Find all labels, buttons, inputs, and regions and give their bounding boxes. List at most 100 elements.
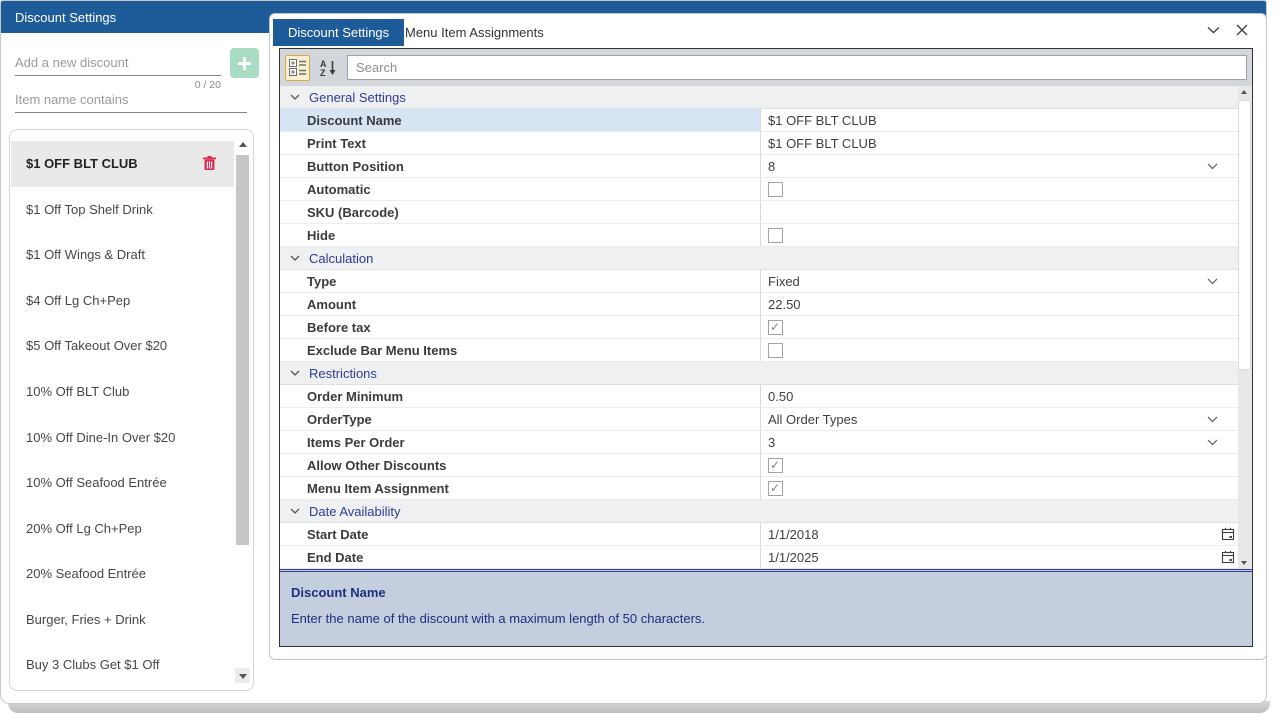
property-row-before-tax[interactable]: Before tax [280, 316, 1238, 339]
category-date-availability[interactable]: Date Availability [280, 500, 1238, 523]
collapse-chevron-icon[interactable] [290, 508, 300, 514]
checkbox-checked[interactable] [768, 481, 783, 496]
property-row-items-per-order[interactable]: Items Per Order 3 [280, 431, 1238, 454]
list-item[interactable]: 10% Off Dine-In Over $20 [11, 414, 234, 460]
dropdown-chevron-icon[interactable] [1207, 278, 1218, 285]
property-label[interactable]: Hide [280, 224, 760, 246]
dropdown-chevron-icon[interactable] [1207, 163, 1218, 170]
property-value-checkbox[interactable] [760, 454, 1238, 476]
delete-discount-icon[interactable] [203, 156, 216, 171]
property-value-input[interactable]: $1 OFF BLT CLUB [760, 109, 1238, 131]
property-row-type[interactable]: Type Fixed [280, 270, 1238, 293]
property-row-exclude-bar[interactable]: Exclude Bar Menu Items [280, 339, 1238, 362]
collapse-panel-button[interactable] [1207, 26, 1220, 34]
scroll-up-icon[interactable] [1241, 90, 1247, 94]
alphabetical-sort-button[interactable]: A Z [316, 55, 341, 81]
property-row-button-position[interactable]: Button Position 8 [280, 155, 1238, 178]
calendar-icon[interactable] [1221, 527, 1235, 541]
property-row-automatic[interactable]: Automatic [280, 178, 1238, 201]
property-row-sku[interactable]: SKU (Barcode) [280, 201, 1238, 224]
property-row-end-date[interactable]: End Date 1/1/2025 [280, 546, 1238, 569]
close-panel-button[interactable] [1236, 24, 1248, 36]
list-scrollbar[interactable] [235, 137, 250, 683]
list-item-selected[interactable]: $1 OFF BLT CLUB [11, 141, 234, 187]
list-item[interactable]: 10% Off BLT Club [11, 369, 234, 415]
collapse-chevron-icon[interactable] [290, 370, 300, 376]
categorized-view-button[interactable] [285, 55, 310, 81]
list-item[interactable]: $4 Off Lg Ch+Pep [11, 278, 234, 324]
property-row-start-date[interactable]: Start Date 1/1/2018 [280, 523, 1238, 546]
list-item[interactable]: Buy 3 Clubs Get $1 Off [11, 642, 234, 688]
property-row-hide[interactable]: Hide [280, 224, 1238, 247]
scroll-down-icon[interactable] [1241, 561, 1247, 565]
property-value-date[interactable]: 1/1/2018 [760, 523, 1238, 545]
scroll-down-button[interactable] [235, 668, 250, 683]
collapse-chevron-icon[interactable] [290, 94, 300, 100]
category-calculation[interactable]: Calculation [280, 247, 1238, 270]
property-value-date[interactable]: 1/1/2025 [760, 546, 1238, 568]
property-value-checkbox[interactable] [760, 178, 1238, 200]
list-item[interactable]: Burger, Fries + Drink [11, 596, 234, 642]
property-row-allow-other-discounts[interactable]: Allow Other Discounts [280, 454, 1238, 477]
property-label[interactable]: Print Text [280, 132, 760, 154]
dropdown-chevron-icon[interactable] [1207, 416, 1218, 423]
property-label[interactable]: Type [280, 270, 760, 292]
collapse-chevron-icon[interactable] [290, 255, 300, 261]
search-input[interactable] [347, 55, 1247, 80]
property-row-print-text[interactable]: Print Text $1 OFF BLT CLUB [280, 132, 1238, 155]
property-row-amount[interactable]: Amount 22.50 [280, 293, 1238, 316]
property-row-menu-item-assignment[interactable]: Menu Item Assignment [280, 477, 1238, 500]
property-value-checkbox[interactable] [760, 477, 1238, 499]
property-label[interactable]: Exclude Bar Menu Items [280, 339, 760, 361]
property-label[interactable]: End Date [280, 546, 760, 568]
checkbox-checked[interactable] [768, 320, 783, 335]
property-value-input[interactable]: 22.50 [760, 293, 1238, 315]
add-discount-input[interactable] [15, 49, 221, 76]
property-value-input[interactable] [760, 201, 1238, 223]
property-label[interactable]: Items Per Order [280, 431, 760, 453]
list-item[interactable]: $1 Off Top Shelf Drink [11, 187, 234, 233]
property-label[interactable]: Order Minimum [280, 385, 760, 407]
property-label[interactable]: Start Date [280, 523, 760, 545]
list-item[interactable]: 10% Off Seafood Entrée [11, 460, 234, 506]
property-value-checkbox[interactable] [760, 316, 1238, 338]
add-discount-button[interactable] [230, 48, 259, 78]
property-label[interactable]: Allow Other Discounts [280, 454, 760, 476]
scroll-thumb[interactable] [236, 155, 249, 545]
property-value-dropdown[interactable]: 3 [760, 431, 1238, 453]
scroll-up-icon[interactable] [239, 142, 247, 147]
checkbox-checked[interactable] [768, 458, 783, 473]
property-label[interactable]: Amount [280, 293, 760, 315]
tab-menu-item-assignments[interactable]: Menu Item Assignments [391, 19, 558, 46]
calendar-icon[interactable] [1221, 550, 1235, 564]
property-label[interactable]: OrderType [280, 408, 760, 430]
scroll-thumb[interactable] [1238, 100, 1251, 370]
property-label[interactable]: Discount Name [280, 109, 760, 131]
property-value-dropdown[interactable]: All Order Types [760, 408, 1238, 430]
checkbox-unchecked[interactable] [768, 182, 783, 197]
category-restrictions[interactable]: Restrictions [280, 362, 1238, 385]
property-value-dropdown[interactable]: Fixed [760, 270, 1238, 292]
list-item[interactable]: 20% Seafood Entrée [11, 551, 234, 597]
property-value-input[interactable]: $1 OFF BLT CLUB [760, 132, 1238, 154]
property-value-checkbox[interactable] [760, 224, 1238, 246]
property-label[interactable]: Button Position [280, 155, 760, 177]
dropdown-chevron-icon[interactable] [1207, 439, 1218, 446]
property-label[interactable]: Automatic [280, 178, 760, 200]
property-row-order-type[interactable]: OrderType All Order Types [280, 408, 1238, 431]
property-row-discount-name[interactable]: Discount Name $1 OFF BLT CLUB [280, 109, 1238, 132]
property-row-order-minimum[interactable]: Order Minimum 0.50 [280, 385, 1238, 408]
checkbox-unchecked[interactable] [768, 343, 783, 358]
grid-scrollbar[interactable] [1238, 86, 1252, 569]
property-value-checkbox[interactable] [760, 339, 1238, 361]
list-item[interactable]: $5 Off Takeout Over $20 [11, 323, 234, 369]
list-item[interactable]: 20% Off Lg Ch+Pep [11, 505, 234, 551]
list-item[interactable]: $1 Off Wings & Draft [11, 232, 234, 278]
tab-discount-settings[interactable]: Discount Settings [273, 19, 404, 46]
property-value-input[interactable]: 0.50 [760, 385, 1238, 407]
category-general-settings[interactable]: General Settings [280, 86, 1238, 109]
property-label[interactable]: Menu Item Assignment [280, 477, 760, 499]
item-name-filter-input[interactable] [15, 86, 247, 113]
property-label[interactable]: Before tax [280, 316, 760, 338]
property-label[interactable]: SKU (Barcode) [280, 201, 760, 223]
